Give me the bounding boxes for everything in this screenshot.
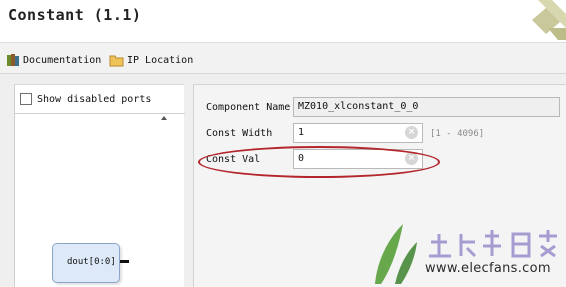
ip-location-label: IP Location — [127, 54, 194, 66]
panel-divider — [15, 113, 185, 114]
watermark-logo — [375, 224, 557, 284]
port-pin — [120, 260, 129, 263]
component-name-field[interactable]: MZ010_xlconstant_0_0 — [293, 97, 560, 117]
const-width-label: Const Width — [206, 128, 273, 139]
watermark-url: www.elecfans.com — [425, 261, 551, 276]
title-bar: Constant (1.1) — [0, 0, 566, 40]
books-icon — [7, 54, 19, 66]
scroll-up-arrow-icon[interactable] — [161, 116, 167, 120]
const-width-clear-icon[interactable]: × — [405, 126, 418, 139]
port-block: dout[0:0] — [52, 243, 120, 283]
show-disabled-ports-toggle[interactable]: Show disabled ports — [20, 93, 151, 105]
toolbar: Documentation IP Location — [0, 42, 566, 74]
const-val-field[interactable]: 0 — [293, 149, 423, 169]
window-title: Constant (1.1) — [8, 6, 142, 24]
const-val-clear-icon[interactable]: × — [405, 152, 418, 165]
component-name-label: Component Name — [206, 102, 291, 113]
xilinx-logo — [532, 0, 566, 40]
show-disabled-ports-checkbox[interactable] — [20, 93, 32, 105]
symbol-panel: Show disabled ports dout[0:0] — [14, 84, 185, 287]
documentation-button[interactable]: Documentation — [6, 52, 101, 68]
const-width-field[interactable]: 1 — [293, 123, 423, 143]
const-width-range: [1 - 4096] — [430, 129, 485, 139]
port-label: dout[0:0] — [67, 257, 116, 267]
ip-location-button[interactable]: IP Location — [109, 52, 193, 68]
const-val-label: Const Val — [206, 154, 261, 165]
show-disabled-ports-label: Show disabled ports — [37, 93, 152, 105]
documentation-label: Documentation — [23, 54, 102, 66]
folder-icon — [109, 55, 124, 66]
